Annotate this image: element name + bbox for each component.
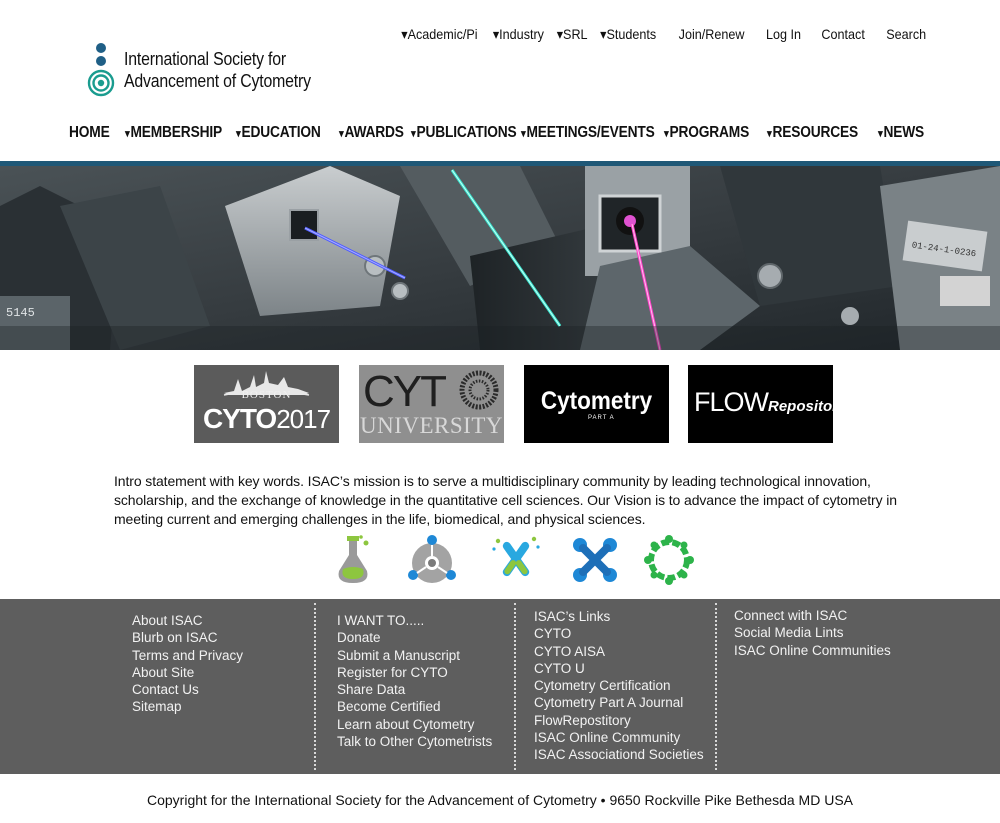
footer-link-learn-cytometry[interactable]: Learn about Cytometry bbox=[337, 716, 492, 733]
footer-link-sitemap[interactable]: Sitemap bbox=[132, 698, 243, 715]
footer-link-associated-societies[interactable]: ISAC Associationd Societies bbox=[534, 746, 704, 763]
intro-statement: Intro statement with key words. ISAC’s m… bbox=[114, 473, 897, 527]
footer-link-online-communities[interactable]: ISAC Online Communities bbox=[734, 642, 891, 659]
footer-link-about-isac[interactable]: About ISAC bbox=[132, 612, 243, 629]
footer-link-share-data[interactable]: Share Data bbox=[337, 681, 492, 698]
cytometry-part: PART A bbox=[588, 415, 615, 421]
nav-programs[interactable]: ▾PROGRAMS bbox=[664, 124, 749, 142]
nav-membership[interactable]: ▾MEMBERSHIP bbox=[125, 124, 222, 142]
footer-link-blurb[interactable]: Blurb on ISAC bbox=[132, 629, 243, 646]
footer-link-terms-privacy[interactable]: Terms and Privacy bbox=[132, 647, 243, 664]
footer-heading-i-want-to: I WANT TO..... bbox=[337, 613, 425, 628]
site-footer: About ISAC Blurb on ISAC Terms and Priva… bbox=[0, 599, 1000, 774]
cytou-university: UNIVERSITY bbox=[360, 413, 503, 438]
footer-link-flowrepository[interactable]: FlowRepostitory bbox=[534, 712, 704, 729]
cytometry-part-a-logo[interactable]: Cytometry PART A bbox=[524, 365, 669, 443]
nav-home[interactable]: HOME bbox=[69, 124, 110, 142]
network-icon[interactable] bbox=[405, 533, 459, 587]
chevron-down-icon: ▾ bbox=[339, 128, 344, 140]
footer-divider bbox=[514, 603, 516, 770]
cyto2017-name: CYTO bbox=[202, 403, 277, 434]
org-name-line1: International Society for bbox=[124, 49, 287, 69]
cytou-letters: CYT bbox=[363, 367, 447, 416]
chevron-down-icon: ▾ bbox=[878, 128, 883, 140]
footer-link-online-community[interactable]: ISAC Online Community bbox=[534, 729, 704, 746]
topnav-contact[interactable]: Contact bbox=[822, 26, 865, 43]
isac-logo-icon bbox=[86, 42, 116, 98]
chevron-down-icon: ▾ bbox=[767, 128, 772, 140]
footer-link-cyto-u[interactable]: CYTO U bbox=[534, 660, 704, 677]
topnav-join-renew[interactable]: Join/Renew bbox=[679, 26, 745, 43]
chevron-down-icon: ▾ bbox=[664, 128, 669, 140]
topnav-search[interactable]: Search bbox=[886, 26, 926, 43]
footer-heading-connect: Connect with ISAC bbox=[734, 608, 848, 623]
footer-link-cyto-aisa[interactable]: CYTO AISA bbox=[534, 643, 704, 660]
footer-link-donate[interactable]: Donate bbox=[337, 629, 492, 646]
community-ring-icon[interactable] bbox=[642, 533, 696, 587]
topnav-academic[interactable]: ▾Academic/Pi bbox=[401, 26, 477, 43]
footer-link-certification[interactable]: Cytometry Certification bbox=[534, 677, 704, 694]
cytou-ring-icon bbox=[459, 370, 499, 410]
cyto2017-year: 2017 bbox=[276, 404, 331, 434]
chevron-down-icon: ▾ bbox=[411, 128, 416, 140]
copyright-notice: Copyright for the International Society … bbox=[146, 792, 854, 808]
footer-link-social-media[interactable]: Social Media Lints bbox=[734, 624, 891, 641]
chevron-down-icon: ▾ bbox=[236, 128, 241, 140]
flow-word: FLOW bbox=[694, 387, 769, 417]
footer-col-i-want-to: I WANT TO..... Donate Submit a Manuscrip… bbox=[337, 612, 492, 787]
svg-text:5145: 5145 bbox=[6, 306, 35, 320]
test-tubes-icon[interactable] bbox=[490, 533, 544, 587]
footer-link-about-site[interactable]: About Site bbox=[132, 664, 243, 681]
hero-image: 5145 01-24-1-0236 bbox=[0, 166, 1000, 350]
footer-heading-isac-links: ISAC’s Links bbox=[534, 609, 611, 624]
site-logo[interactable]: International Society for Advancement of… bbox=[86, 42, 336, 98]
repository-word: Repository bbox=[768, 398, 833, 415]
topnav-students[interactable]: ▾Students bbox=[600, 26, 656, 43]
footer-link-cyto[interactable]: CYTO bbox=[534, 625, 704, 642]
utility-nav: ▾Academic/Pi ▾Industry ▾SRL ▾Students Jo… bbox=[389, 26, 928, 43]
footer-col-about: About ISAC Blurb on ISAC Terms and Priva… bbox=[132, 612, 243, 787]
nav-resources[interactable]: ▾RESOURCES bbox=[767, 124, 858, 142]
footer-link-journal[interactable]: Cytometry Part A Journal bbox=[534, 694, 704, 711]
people-link-icon[interactable] bbox=[568, 533, 622, 587]
flow-repository-logo[interactable]: FLOWRepository bbox=[688, 365, 833, 443]
chevron-down-icon: ▾ bbox=[125, 128, 130, 140]
nav-publications[interactable]: ▾PUBLICATIONS bbox=[411, 124, 517, 142]
cyto2017-city: BOSTON bbox=[241, 389, 292, 401]
footer-link-submit-manuscript[interactable]: Submit a Manuscript bbox=[337, 647, 492, 664]
nav-awards[interactable]: ▾AWARDS bbox=[339, 124, 404, 142]
footer-divider bbox=[314, 603, 316, 770]
main-nav: HOME ▾MEMBERSHIP ▾EDUCATION ▾AWARDS ▾PUB… bbox=[69, 124, 939, 146]
brand-logos: BOSTON CYTO2017 CYT UNIVERSITY Cytometry… bbox=[194, 365, 834, 445]
cyto2017-logo[interactable]: BOSTON CYTO2017 bbox=[194, 365, 339, 443]
footer-col-isac-links: ISAC’s Links CYTO CYTO AISA CYTO U Cytom… bbox=[534, 608, 704, 783]
nav-meetings-events[interactable]: ▾MEETINGS/EVENTS bbox=[521, 124, 655, 142]
cyto-university-logo[interactable]: CYT UNIVERSITY bbox=[359, 365, 504, 443]
footer-col-connect: Connect with ISAC Social Media Lints ISA… bbox=[734, 607, 891, 782]
footer-link-register-cyto[interactable]: Register for CYTO bbox=[337, 664, 492, 681]
org-name: International Society for Advancement of… bbox=[124, 48, 311, 92]
footer-divider bbox=[715, 603, 717, 770]
footer-link-contact-us[interactable]: Contact Us bbox=[132, 681, 243, 698]
footer-link-talk-cytometrists[interactable]: Talk to Other Cytometrists bbox=[337, 733, 492, 750]
cytometry-title: Cytometry bbox=[540, 387, 653, 415]
footer-link-become-certified[interactable]: Become Certified bbox=[337, 698, 492, 715]
flask-icon[interactable] bbox=[330, 533, 384, 587]
nav-education[interactable]: ▾EDUCATION bbox=[236, 124, 321, 142]
feature-icons bbox=[330, 533, 700, 589]
topnav-srl[interactable]: ▾SRL bbox=[556, 26, 587, 43]
chevron-down-icon: ▾ bbox=[521, 128, 526, 140]
topnav-industry[interactable]: ▾Industry bbox=[493, 26, 544, 43]
nav-news[interactable]: ▾NEWS bbox=[878, 124, 924, 142]
topnav-login[interactable]: Log In bbox=[766, 26, 801, 43]
org-name-line2: Advancement of Cytometry bbox=[124, 71, 311, 91]
